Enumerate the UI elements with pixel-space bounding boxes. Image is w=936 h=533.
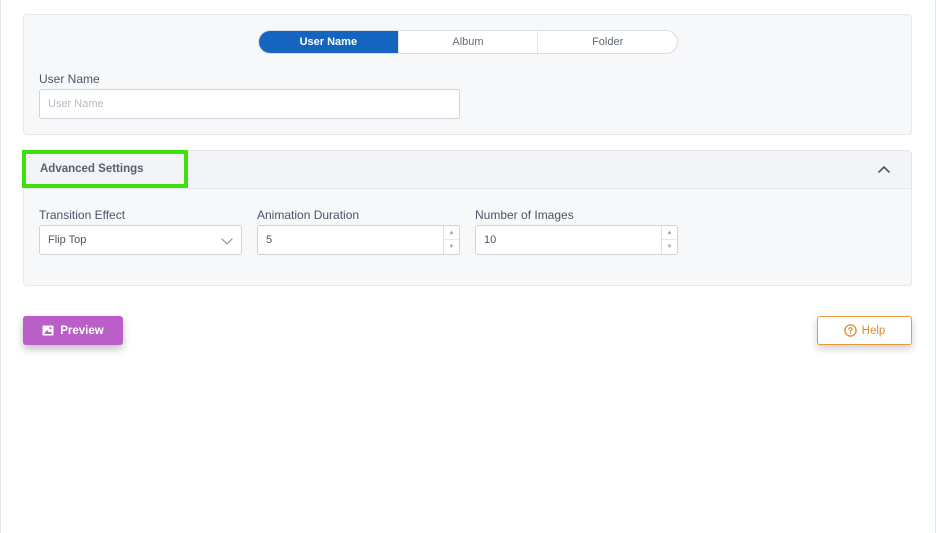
- question-circle-icon: [843, 324, 857, 337]
- tab-album[interactable]: Album: [399, 31, 539, 53]
- number-of-images-label: Number of Images: [475, 208, 574, 222]
- image-icon: [42, 325, 54, 336]
- advanced-settings-title: Advanced Settings: [40, 163, 144, 175]
- preview-label: Preview: [60, 324, 104, 337]
- animation-duration-value: 5: [266, 234, 273, 246]
- decrement-button[interactable]: ▼: [444, 240, 459, 254]
- number-of-images-value: 10: [484, 234, 497, 246]
- transition-effect-select[interactable]: Flip Top: [39, 225, 242, 255]
- chevron-up-icon[interactable]: [876, 162, 892, 178]
- user-name-input[interactable]: [39, 89, 460, 119]
- help-label: Help: [861, 324, 886, 337]
- advanced-settings-header[interactable]: Advanced Settings: [24, 151, 911, 189]
- animation-duration-field[interactable]: 5 ▲ ▼: [257, 225, 460, 255]
- help-button[interactable]: Help: [817, 316, 912, 345]
- number-of-images-field[interactable]: 10 ▲ ▼: [475, 225, 678, 255]
- number-of-images-spinner: ▲ ▼: [661, 226, 677, 254]
- source-type-tabs: User Name Album Folder: [258, 30, 678, 54]
- preview-button[interactable]: Preview: [23, 316, 123, 345]
- source-panel: User Name Album Folder User Name: [23, 14, 912, 135]
- tab-user-name[interactable]: User Name: [259, 31, 399, 53]
- increment-button[interactable]: ▲: [444, 226, 459, 240]
- increment-button[interactable]: ▲: [662, 226, 677, 240]
- advanced-settings-panel: Advanced Settings Transition Effect Anim…: [22, 150, 912, 286]
- animation-duration-spinner: ▲ ▼: [443, 226, 459, 254]
- transition-effect-label: Transition Effect: [39, 208, 126, 222]
- user-name-label: User Name: [39, 72, 100, 86]
- decrement-button[interactable]: ▼: [662, 240, 677, 254]
- transition-effect-value: Flip Top: [48, 234, 87, 246]
- tab-folder[interactable]: Folder: [538, 31, 677, 53]
- animation-duration-label: Animation Duration: [257, 208, 360, 222]
- chevron-down-icon: [221, 238, 233, 245]
